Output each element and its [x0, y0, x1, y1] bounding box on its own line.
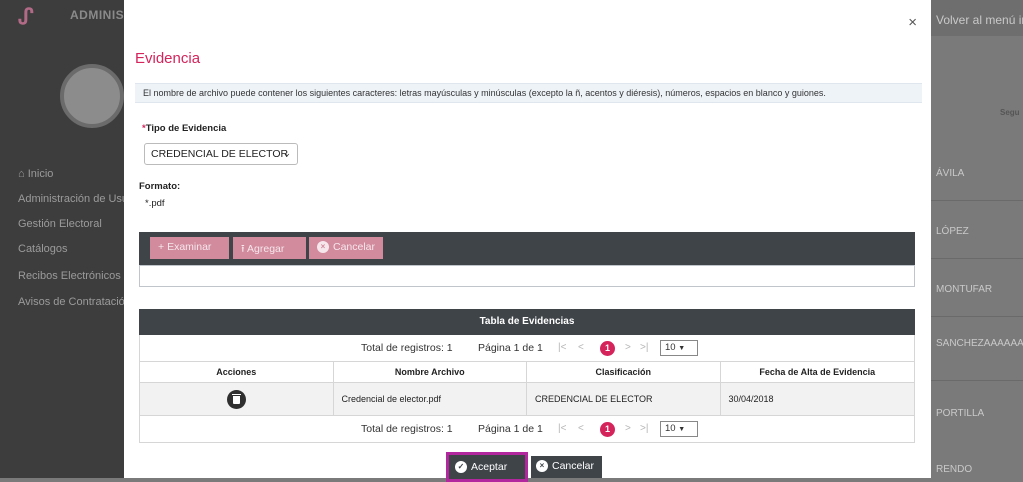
prev-page-icon[interactable]: < — [578, 342, 584, 353]
nav-administracion[interactable]: Administración de Usua — [18, 193, 134, 205]
background-row-name: SANCHEZAAAAAAAAAAA — [936, 338, 1023, 349]
home-icon: ⌂ — [18, 168, 25, 180]
column-header: Clasificación — [527, 362, 721, 383]
filename-cell: Credencial de elector.pdf — [333, 383, 527, 416]
table-title: Tabla de Evidencias — [139, 309, 915, 335]
modal-title: Evidencia — [135, 50, 201, 67]
close-icon[interactable]: × — [908, 14, 917, 31]
tipo-evidencia-label: *Tipo de Evidencia — [142, 123, 227, 134]
next-page-icon[interactable]: > — [625, 423, 631, 434]
plus-icon: + — [158, 241, 165, 253]
background-row-name: LÓPEZ — [936, 226, 969, 237]
last-page-icon[interactable]: >| — [640, 423, 648, 434]
agregar-button[interactable]: ⭱ Agregar — [233, 237, 306, 259]
chevron-down-icon: ⌄ — [283, 148, 291, 158]
nav-recibos[interactable]: Recibos Electrónicos — [18, 270, 121, 282]
background-divider — [931, 316, 1023, 317]
cancel-circle-icon: × — [317, 241, 329, 254]
trash-icon[interactable] — [226, 389, 246, 409]
caret-down-icon: ▼ — [678, 345, 686, 352]
upload-toolbar: + Examinar ⭱ Agregar × Cancelar — [139, 232, 915, 265]
background-row-name: PORTILLA — [936, 408, 985, 419]
nav-inicio[interactable]: ⌂ Inicio — [18, 168, 53, 180]
page-size-select[interactable]: 10 ▼ — [660, 421, 698, 437]
total-records: Total de registros: 1 — [361, 423, 453, 435]
background-divider — [931, 200, 1023, 201]
background-divider — [931, 380, 1023, 381]
background-row-name: MONTUFAR — [936, 284, 993, 295]
page-size-select[interactable]: 10 ▼ — [660, 340, 698, 356]
column-header: Nombre Archivo — [333, 362, 527, 383]
nav-catalogos[interactable]: Catálogos — [18, 243, 68, 255]
file-drop-area[interactable] — [139, 265, 915, 287]
background-table-column — [931, 0, 1023, 478]
actions-cell — [140, 383, 334, 416]
background-divider — [931, 258, 1023, 259]
background-row-name: RENDO — [936, 464, 973, 475]
date-cell: 30/04/2018 — [720, 383, 914, 416]
next-page-icon[interactable]: > — [625, 342, 631, 353]
page-indicator: Página 1 de 1 — [478, 423, 543, 435]
column-header: Fecha de Alta de Evidencia — [720, 362, 914, 383]
formato-label: Formato: — [139, 181, 181, 192]
cancel-circle-icon: × — [536, 460, 548, 473]
back-to-menu-link[interactable]: Volver al menú ini — [936, 13, 1023, 27]
background-column-header: Segu — [1000, 108, 1020, 117]
first-page-icon[interactable]: |< — [558, 423, 566, 434]
column-header: Acciones — [140, 362, 334, 383]
upload-icon: ⭱ — [241, 243, 245, 255]
current-page-button[interactable]: 1 — [600, 422, 615, 437]
first-page-icon[interactable]: |< — [558, 342, 566, 353]
nav-gestion-electoral[interactable]: Gestión Electoral — [18, 218, 102, 230]
background-row-name: ÁVILA — [936, 168, 965, 179]
examinar-button[interactable]: + Examinar — [150, 237, 229, 259]
table-pager-bottom: Total de registros: 1 Página 1 de 1 |< <… — [139, 416, 915, 443]
classification-cell: CREDENCIAL DE ELECTOR — [527, 383, 721, 416]
nav-avisos[interactable]: Avisos de Contratación — [18, 296, 131, 308]
evidence-modal: × Evidencia El nombre de archivo puede c… — [124, 0, 931, 482]
caret-down-icon: ▼ — [678, 426, 686, 433]
page-indicator: Página 1 de 1 — [478, 342, 543, 354]
cancel-button[interactable]: × Cancelar — [531, 456, 602, 478]
table-row: Credencial de elector.pdf CREDENCIAL DE … — [139, 383, 915, 416]
total-records: Total de registros: 1 — [361, 342, 453, 354]
evidence-table: Tabla de Evidencias Total de registros: … — [139, 309, 915, 443]
avatar — [60, 64, 124, 128]
cancelar-upload-button[interactable]: × Cancelar — [309, 237, 383, 259]
table-header-row: Acciones Nombre Archivo Clasificación Fe… — [139, 362, 915, 383]
table-pager-top: Total de registros: 1 Página 1 de 1 |< <… — [139, 335, 915, 362]
last-page-icon[interactable]: >| — [640, 342, 648, 353]
filename-info-bar: El nombre de archivo puede contener los … — [135, 83, 922, 103]
tipo-evidencia-select[interactable]: CREDENCIAL DE ELECTOR ⌄ — [144, 143, 298, 165]
current-page-button[interactable]: 1 — [600, 341, 615, 356]
check-circle-icon: ✓ — [455, 461, 467, 474]
formato-value: *.pdf — [145, 198, 165, 209]
app-logo: ᔑ — [18, 4, 34, 29]
prev-page-icon[interactable]: < — [578, 423, 584, 434]
